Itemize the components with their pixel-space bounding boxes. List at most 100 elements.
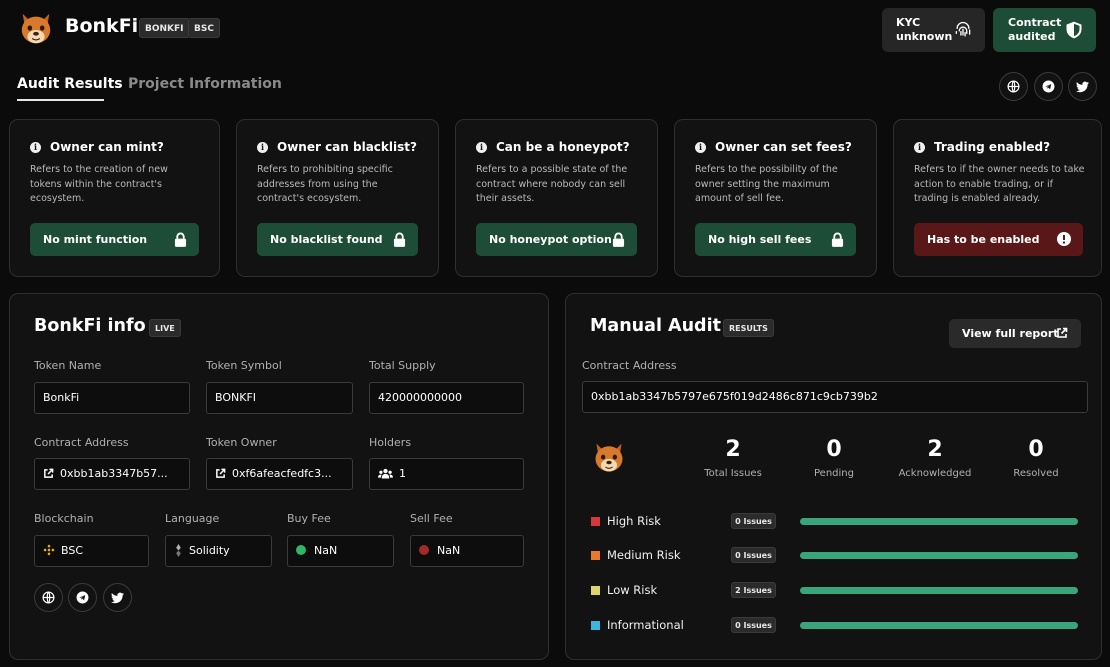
solidity-icon	[176, 543, 181, 557]
buy-fee-field: NaN	[287, 535, 394, 567]
check-title: i Owner can set fees?	[695, 140, 852, 154]
project-name: BonkFi	[65, 15, 139, 37]
contract-address-link[interactable]: 0xbb1ab3347b57...	[34, 458, 190, 490]
high-risk-swatch	[591, 517, 600, 526]
twitter-icon	[111, 592, 124, 603]
lock-icon	[831, 232, 844, 247]
check-card-honeypot: i Can be a honeypot? Refers to a possible…	[455, 119, 658, 277]
check-result-pill: No high sell fees	[695, 223, 856, 256]
check-result-pill: No blacklist found	[257, 223, 418, 256]
token-symbol-label: Token Symbol	[206, 359, 282, 372]
low-risk-label: Low Risk	[607, 583, 658, 597]
shield-icon	[1066, 21, 1082, 39]
telegram-icon	[76, 591, 89, 604]
blockchain-field: BSC	[34, 535, 149, 567]
contract-audited-button[interactable]: Contract audited	[993, 8, 1096, 52]
holders-label: Holders	[369, 436, 412, 449]
pending-value: 0	[826, 437, 842, 462]
header: BonkFi BONKFI BSC KYC unknown Contract a…	[0, 0, 1110, 60]
check-title: i Owner can mint?	[30, 140, 164, 154]
token-info-title: BonkFi info	[34, 316, 146, 336]
medium-risk-swatch	[591, 551, 600, 560]
info-website-link[interactable]	[34, 583, 63, 612]
language-label: Language	[165, 512, 220, 525]
check-title: i Trading enabled?	[914, 140, 1050, 154]
live-badge: LIVE	[149, 319, 181, 337]
active-tab-indicator	[17, 99, 104, 101]
token-symbol-field: BONKFI	[206, 382, 353, 414]
acknowledged-label: Acknowledged	[898, 468, 972, 479]
info-icon: i	[695, 141, 706, 153]
medium-risk-count: 0 Issues	[731, 547, 776, 563]
high-risk-count: 0 Issues	[731, 513, 776, 529]
total-supply-label: Total Supply	[369, 359, 436, 372]
external-link-icon	[216, 468, 226, 478]
total-supply-field: 420000000000	[369, 382, 524, 414]
lock-icon	[393, 232, 406, 247]
token-owner-link[interactable]: 0xf6afeacfedfc3...	[206, 458, 353, 490]
total-issues-label: Total Issues	[704, 468, 762, 479]
resolved-label: Resolved	[1013, 468, 1059, 479]
resolved-value: 0	[1028, 437, 1044, 462]
informational-bar	[800, 622, 1078, 629]
informational-label: Informational	[607, 618, 684, 632]
bonkfi-logo-icon	[21, 13, 51, 44]
check-description: Refers to a possible state of the contra…	[476, 164, 628, 204]
kyc-status-button[interactable]: KYC unknown	[882, 8, 985, 52]
pending-label: Pending	[814, 468, 854, 479]
check-description: Refers to the possibility of the owner s…	[695, 164, 838, 204]
check-card-trading: i Trading enabled? Refers to if the owner…	[893, 119, 1102, 277]
low-risk-count: 2 Issues	[731, 582, 776, 598]
check-title: i Can be a honeypot?	[476, 140, 630, 154]
ticker-tag: BONKFI	[139, 18, 190, 38]
chain-tag: BSC	[188, 18, 220, 38]
bnb-chain-icon	[43, 544, 55, 556]
results-badge: RESULTS	[723, 319, 774, 337]
blockchain-label: Blockchain	[34, 512, 94, 525]
high-risk-label: High Risk	[607, 514, 661, 528]
token-name-field: BonkFi	[34, 382, 190, 414]
acknowledged-value: 2	[927, 437, 943, 462]
fingerprint-icon	[955, 21, 971, 37]
token-owner-label: Token Owner	[206, 436, 277, 449]
telegram-icon	[1042, 80, 1055, 93]
globe-icon	[42, 591, 55, 604]
telegram-link[interactable]	[1034, 72, 1063, 101]
contract-audited-label: Contract audited	[1008, 16, 1062, 43]
sell-fee-field: NaN	[410, 535, 524, 567]
info-twitter-link[interactable]	[103, 583, 132, 612]
medium-risk-label: Medium Risk	[607, 548, 681, 562]
contract-address-label: Contract Address	[34, 436, 129, 449]
manual-audit-title: Manual Audit	[590, 316, 721, 336]
check-result-pill: Has to be enabled	[914, 223, 1083, 256]
check-result-pill: No mint function	[30, 223, 199, 256]
check-card-fees: i Owner can set fees? Refers to the possi…	[674, 119, 877, 277]
sell-fee-label: Sell Fee	[410, 512, 453, 525]
lock-icon	[174, 232, 187, 247]
low-risk-bar	[800, 587, 1078, 594]
website-link[interactable]	[999, 72, 1028, 101]
info-icon: i	[257, 141, 268, 153]
informational-swatch	[591, 621, 600, 630]
tab-audit-results[interactable]: Audit Results	[17, 76, 123, 92]
tab-project-information[interactable]: Project Information	[128, 76, 282, 92]
check-title: i Owner can blacklist?	[257, 140, 417, 154]
high-risk-bar	[800, 518, 1078, 525]
check-result-pill: No honeypot option	[476, 223, 637, 256]
twitter-icon	[1076, 81, 1089, 92]
holders-field: 1	[369, 458, 524, 490]
info-icon: i	[476, 141, 487, 153]
check-card-mint: i Owner can mint? Refers to the creation …	[9, 119, 220, 277]
kyc-status-label: KYC unknown	[896, 16, 953, 43]
buy-fee-label: Buy Fee	[287, 512, 331, 525]
check-card-blacklist: i Owner can blacklist? Refers to prohibit…	[236, 119, 439, 277]
users-icon	[378, 468, 393, 478]
buy-fee-status-dot	[296, 545, 306, 555]
view-full-report-button[interactable]: View full report	[949, 319, 1081, 348]
audit-contract-address-field: 0xbb1ab3347b5797e675f019d2486c871c9cb739…	[582, 381, 1088, 413]
alert-icon	[1057, 232, 1071, 246]
twitter-link[interactable]	[1068, 72, 1097, 101]
external-link-icon	[44, 468, 54, 478]
info-telegram-link[interactable]	[68, 583, 97, 612]
informational-count: 0 Issues	[731, 617, 776, 633]
